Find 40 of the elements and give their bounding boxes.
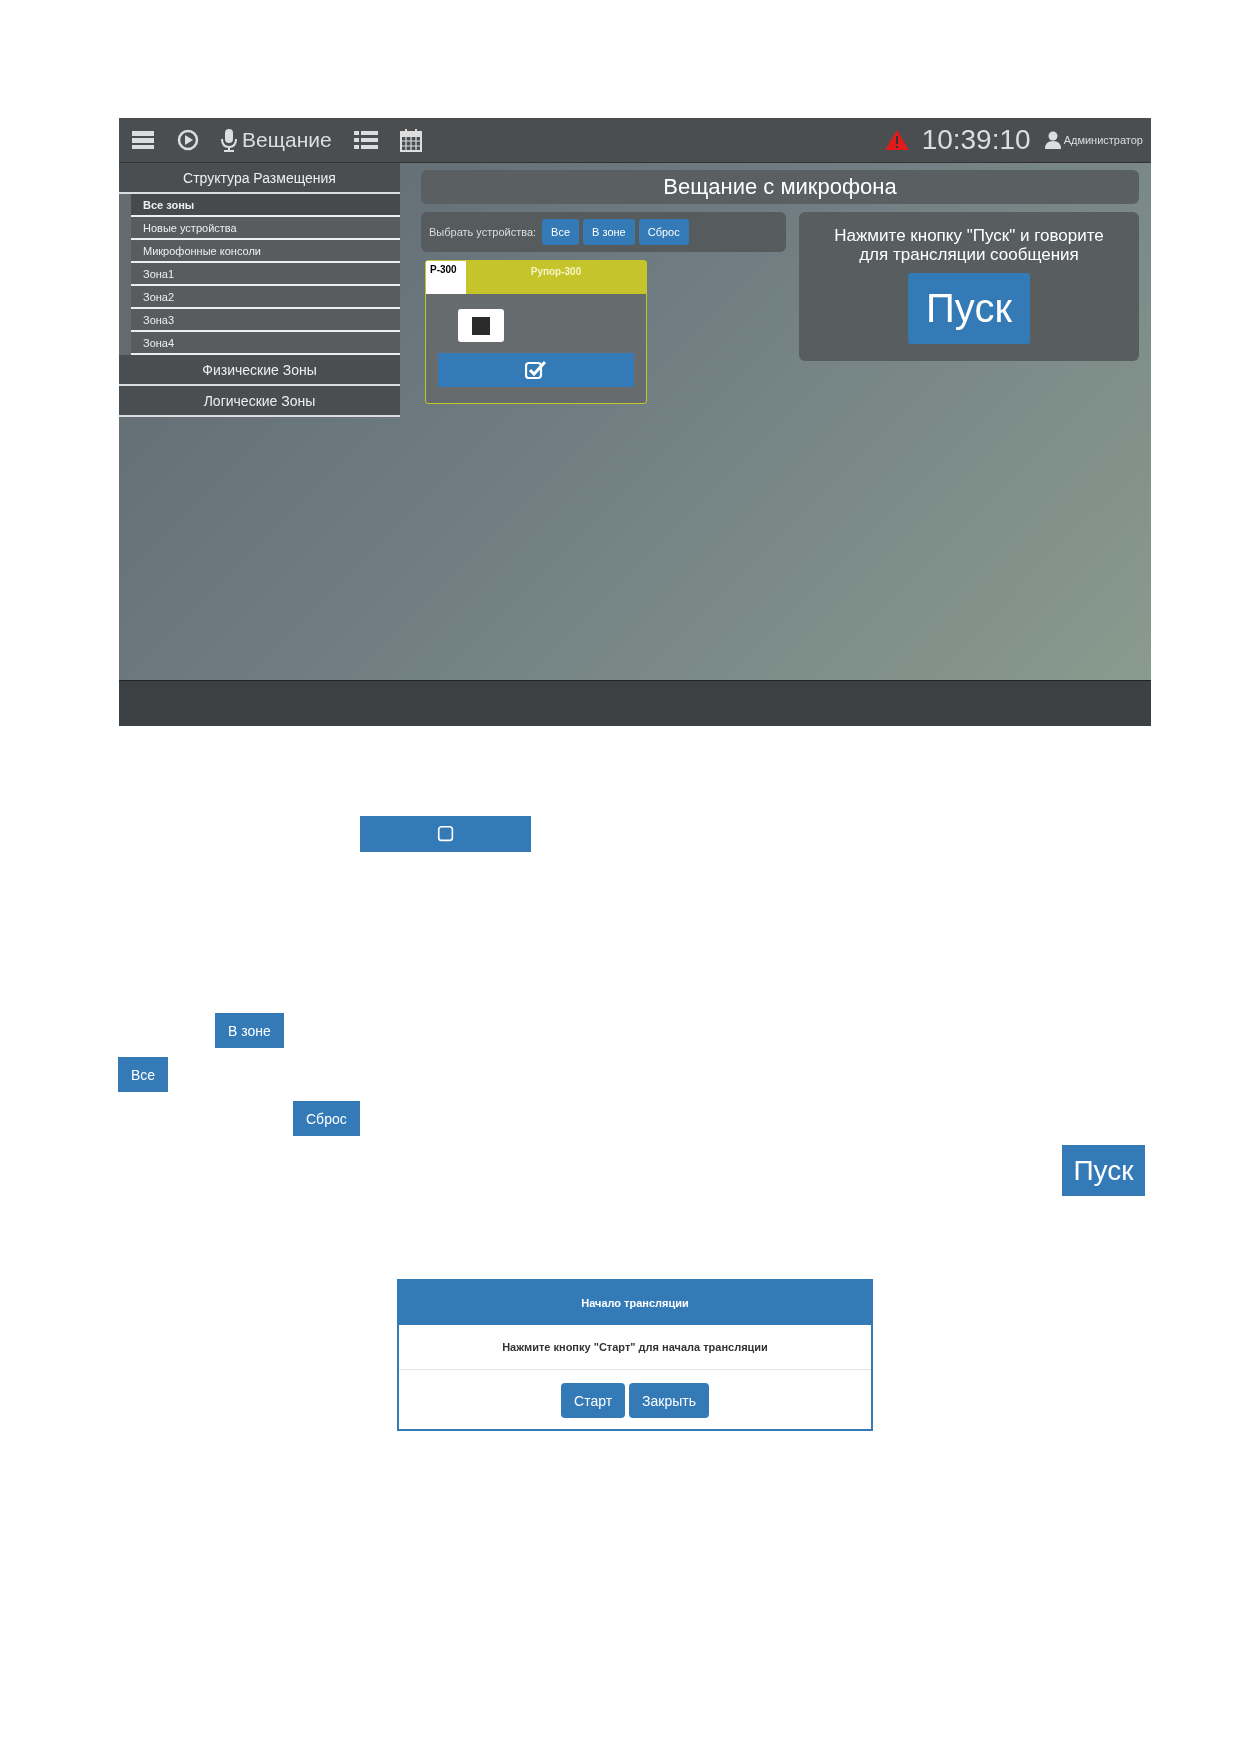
- device-name: Рупор-300: [529, 265, 583, 279]
- warning-icon[interactable]: [883, 129, 910, 151]
- filter-button[interactable]: В зоне: [583, 219, 635, 245]
- play-icon[interactable]: [177, 129, 199, 151]
- user-icon: [1044, 131, 1061, 149]
- sidebar-item[interactable]: Новые устройства: [131, 217, 400, 240]
- page-title: Вещание с микрофона: [421, 170, 1139, 204]
- sidebar-section[interactable]: Физические Зоны: [119, 355, 400, 386]
- dialog-button[interactable]: Закрыть: [629, 1383, 709, 1418]
- stop-icon: [472, 316, 490, 335]
- clock-time: 10:39:10: [921, 124, 1031, 156]
- sidebar-item[interactable]: Зона3: [131, 309, 400, 332]
- filter-button[interactable]: Сброс: [638, 219, 689, 245]
- start-button[interactable]: Пуск: [1062, 1145, 1145, 1196]
- filter-button[interactable]: В зоне: [215, 1013, 284, 1048]
- list-icon[interactable]: [353, 130, 378, 150]
- microphone-icon: [221, 128, 237, 152]
- filter-button[interactable]: Сброс: [293, 1101, 360, 1136]
- select-button[interactable]: [438, 353, 634, 387]
- sidebar-item[interactable]: Все зоны: [131, 194, 400, 217]
- sidebar-item[interactable]: Микрофонные консоли: [131, 240, 400, 263]
- sidebar-section[interactable]: Логические Зоны: [119, 386, 400, 417]
- hint-text: Нажмите кнопку "Пуск" и говорите для трансляции сообщения: [833, 226, 1105, 264]
- filter-label: Выбрать устройства:: [429, 226, 537, 238]
- user-name[interactable]: Администратор: [1063, 134, 1143, 146]
- dialog-button[interactable]: Старт: [561, 1383, 626, 1418]
- sidebar-item[interactable]: Зона1: [131, 263, 400, 286]
- filter-button[interactable]: Все: [542, 219, 580, 245]
- sidebar-item[interactable]: Зона2: [131, 286, 400, 309]
- device-code: P-300: [426, 261, 466, 294]
- nav-title[interactable]: Вещание: [242, 128, 332, 152]
- sidebar-item[interactable]: Зона4: [131, 332, 400, 355]
- start-button[interactable]: Пуск: [908, 273, 1030, 344]
- sidebar-section[interactable]: Структура Размещения: [119, 163, 400, 194]
- dialog-title: Начало трансляции: [399, 1281, 871, 1325]
- server-icon[interactable]: [131, 130, 155, 150]
- calendar-icon[interactable]: [399, 128, 422, 152]
- filter-button[interactable]: Все: [118, 1057, 169, 1092]
- stop-button[interactable]: [458, 309, 504, 342]
- dialog-message: Нажмите кнопку "Старт" для начала трансляции: [399, 1325, 871, 1370]
